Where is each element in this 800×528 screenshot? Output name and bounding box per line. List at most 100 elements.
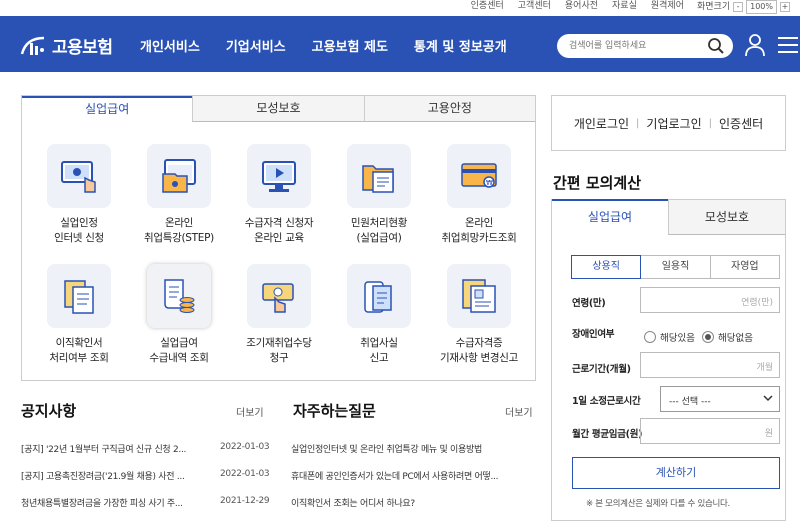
notice-item[interactable]: [공지] 고용촉진장려금('21.9월 채용) 사전 ... 2022-01-0… bbox=[21, 469, 270, 496]
calc-tab-maternity[interactable]: 모성보호 bbox=[668, 199, 785, 235]
login-box: 개인로그인 | 기업로그인 | 인증센터 bbox=[551, 95, 786, 151]
search-input[interactable] bbox=[569, 38, 699, 54]
service-panel: 실업급여 모성보호 고용안정 실업인정 인터넷 신청 온라인 취업특강(STEP… bbox=[21, 95, 536, 381]
calculator-title: 간편 모의계산 bbox=[553, 174, 642, 192]
notice-item-text: [공지] '22년 1월부터 구직급여 신규 신청 2... bbox=[21, 445, 187, 455]
tab-unemployment[interactable]: 실업급여 bbox=[22, 96, 193, 122]
notice-title: 공지사항 bbox=[21, 402, 77, 420]
service-item-label: 수급자격 신청자 온라인 교육 bbox=[244, 217, 314, 244]
notice-list: [공지] '22년 1월부터 구직급여 신규 신청 2... 2022-01-0… bbox=[21, 442, 270, 523]
svg-text:₩: ₩ bbox=[486, 179, 493, 187]
type-self-employed-button[interactable]: 자영업 bbox=[709, 255, 780, 279]
folder-document-icon bbox=[347, 144, 411, 208]
zoom-value: 100% bbox=[746, 0, 777, 14]
calculator-panel: 실업급여 모성보호 상용직 일용직 자영업 연령(만) 연령(만) 장애인여부 … bbox=[551, 199, 786, 521]
nav-statistics[interactable]: 통계 및 정보공개 bbox=[414, 36, 507, 55]
wage-label: 월간 평균임금(원) bbox=[572, 429, 643, 440]
money-hand-icon bbox=[247, 264, 311, 328]
notice-item[interactable]: [공지] '22년 1월부터 구직급여 신규 신청 2... 2022-01-0… bbox=[21, 442, 270, 469]
age-input[interactable]: 연령(만) bbox=[640, 287, 780, 313]
menu-icon[interactable] bbox=[778, 36, 798, 57]
nav-system[interactable]: 고용보험 제도 bbox=[312, 36, 388, 55]
disability-label: 장애인여부 bbox=[572, 329, 615, 340]
utility-link-remote[interactable]: 원격제어 bbox=[644, 0, 691, 14]
utility-link-glossary[interactable]: 용어사전 bbox=[558, 0, 605, 14]
employment-type-selector: 상용직 일용직 자영업 bbox=[571, 255, 780, 279]
daily-hours-label: 1일 소정근로시간 bbox=[572, 396, 641, 407]
utility-link-customer[interactable]: 고객센터 bbox=[511, 0, 558, 14]
faq-item[interactable]: 실업인정인터넷 및 온라인 취업특강 메뉴 및 이용방법 bbox=[291, 442, 498, 469]
daily-hours-value: --- 선택 --- bbox=[669, 397, 711, 407]
service-item-separation-notice[interactable]: 이직확인서 처리여부 조회 bbox=[29, 264, 129, 366]
search-box bbox=[557, 34, 733, 58]
card-icon: ₩ bbox=[447, 144, 511, 208]
service-item-employment-report[interactable]: 취업사실 신고 bbox=[329, 264, 429, 366]
utility-link-archive[interactable]: 자료실 bbox=[605, 0, 644, 14]
disability-option-no[interactable]: 해당없음 bbox=[702, 330, 753, 344]
service-item-label: 온라인 취업희망카드조회 bbox=[441, 217, 517, 244]
service-item-benefit-history[interactable]: 실업급여 수급내역 조회 bbox=[129, 264, 229, 366]
service-item-label: 수급자격증 기재사항 변경신고 bbox=[440, 337, 518, 364]
notice-more-link[interactable]: 더보기 bbox=[236, 404, 264, 419]
faq-section: 자주하는질문 더보기 실업인정인터넷 및 온라인 취업특강 메뉴 및 이용방법 … bbox=[291, 400, 536, 509]
logo[interactable]: 고용보험 bbox=[20, 33, 113, 58]
business-login-link[interactable]: 기업로그인 bbox=[639, 115, 708, 132]
service-item-unemployment-recognition[interactable]: 실업인정 인터넷 신청 bbox=[29, 144, 129, 246]
utility-link-cert[interactable]: 인증센터 bbox=[464, 0, 511, 14]
service-item-label: 실업인정 인터넷 신청 bbox=[54, 217, 104, 244]
faq-title: 자주하는질문 bbox=[293, 402, 376, 420]
faq-list: 실업인정인터넷 및 온라인 취업특강 메뉴 및 이용방법 휴대폰에 공인인증서가… bbox=[291, 442, 498, 523]
nav-personal[interactable]: 개인서비스 bbox=[140, 36, 200, 55]
service-item-early-reemployment[interactable]: 조기재취업수당 청구 bbox=[229, 264, 329, 366]
calculate-button[interactable]: 계산하기 bbox=[572, 457, 780, 489]
chevron-down-icon bbox=[763, 394, 773, 405]
cert-center-link[interactable]: 인증센터 bbox=[712, 115, 770, 132]
faq-item[interactable]: 휴대폰에 공인인증서가 있는데 PC에서 사용하려면 어떻... bbox=[291, 469, 498, 496]
type-daily-button[interactable]: 일용직 bbox=[640, 255, 711, 279]
radio-icon bbox=[644, 331, 656, 343]
disability-option-label: 해당없음 bbox=[718, 333, 753, 344]
daily-hours-select[interactable]: --- 선택 --- bbox=[660, 386, 780, 412]
faq-item[interactable]: 이직확인서 조회는 어디서 하나요? bbox=[291, 496, 498, 523]
service-item-online-lecture[interactable]: 온라인 취업특강(STEP) bbox=[129, 144, 229, 246]
notice-section: 공지사항 더보기 [공지] '22년 1월부터 구직급여 신규 신청 2... … bbox=[21, 400, 271, 509]
service-tabs: 실업급여 모성보호 고용안정 bbox=[22, 96, 535, 122]
tab-maternity[interactable]: 모성보호 bbox=[192, 96, 364, 122]
certificate-icon bbox=[447, 264, 511, 328]
service-item-label: 조기재취업수당 청구 bbox=[246, 337, 312, 364]
zoom-out-button[interactable]: - bbox=[733, 2, 744, 12]
main-nav: 개인서비스 기업서비스 고용보험 제도 통계 및 정보공개 bbox=[140, 36, 507, 55]
personal-login-link[interactable]: 개인로그인 bbox=[567, 115, 636, 132]
documents-icon bbox=[47, 264, 111, 328]
online-lecture-icon bbox=[147, 144, 211, 208]
video-education-icon bbox=[247, 144, 311, 208]
disability-option-yes[interactable]: 해당있음 bbox=[644, 330, 695, 344]
nav-business[interactable]: 기업서비스 bbox=[226, 36, 286, 55]
scroll-coins-icon bbox=[147, 264, 211, 328]
notice-item-date: 2022-01-03 bbox=[220, 469, 270, 479]
disability-option-label: 해당있음 bbox=[660, 333, 695, 344]
service-item-complaint-status[interactable]: 민원처리현황 (실업급여) bbox=[329, 144, 429, 246]
type-regular-button[interactable]: 상용직 bbox=[571, 255, 642, 279]
calc-tab-unemployment[interactable]: 실업급여 bbox=[552, 199, 668, 235]
faq-more-link[interactable]: 더보기 bbox=[505, 404, 533, 419]
notice-item[interactable]: 청년채용특별장려금을 가장한 피싱 사기 주... 2021-12-29 bbox=[21, 496, 270, 523]
wage-input[interactable]: 원 bbox=[640, 418, 780, 444]
utility-links: 인증센터 고객센터 용어사전 자료실 원격제어 화면크기 - 100% + bbox=[464, 0, 790, 14]
logo-mark-icon bbox=[20, 34, 48, 58]
service-item-online-education[interactable]: 수급자격 신청자 온라인 교육 bbox=[229, 144, 329, 246]
work-period-input[interactable]: 개월 bbox=[640, 352, 780, 378]
user-icon[interactable] bbox=[744, 33, 766, 60]
tab-employment-stability[interactable]: 고용안정 bbox=[363, 96, 535, 122]
zoom-in-button[interactable]: + bbox=[780, 2, 790, 12]
service-item-label: 온라인 취업특강(STEP) bbox=[144, 217, 214, 244]
service-item-label: 취업사실 신고 bbox=[360, 337, 398, 364]
service-item-label: 이직확인서 처리여부 조회 bbox=[49, 337, 109, 364]
zoom-label: 화면크기 bbox=[697, 2, 731, 12]
zoom-control: 화면크기 - 100% + bbox=[691, 0, 790, 14]
search-icon[interactable] bbox=[707, 37, 725, 58]
service-item-job-card[interactable]: ₩ 온라인 취업희망카드조회 bbox=[429, 144, 529, 246]
mobile-document-icon bbox=[347, 264, 411, 328]
calculator-note: ※ 본 모의계산은 실제와 다를 수 있습니다. bbox=[586, 499, 730, 509]
service-item-certificate-change[interactable]: 수급자격증 기재사항 변경신고 bbox=[429, 264, 529, 366]
